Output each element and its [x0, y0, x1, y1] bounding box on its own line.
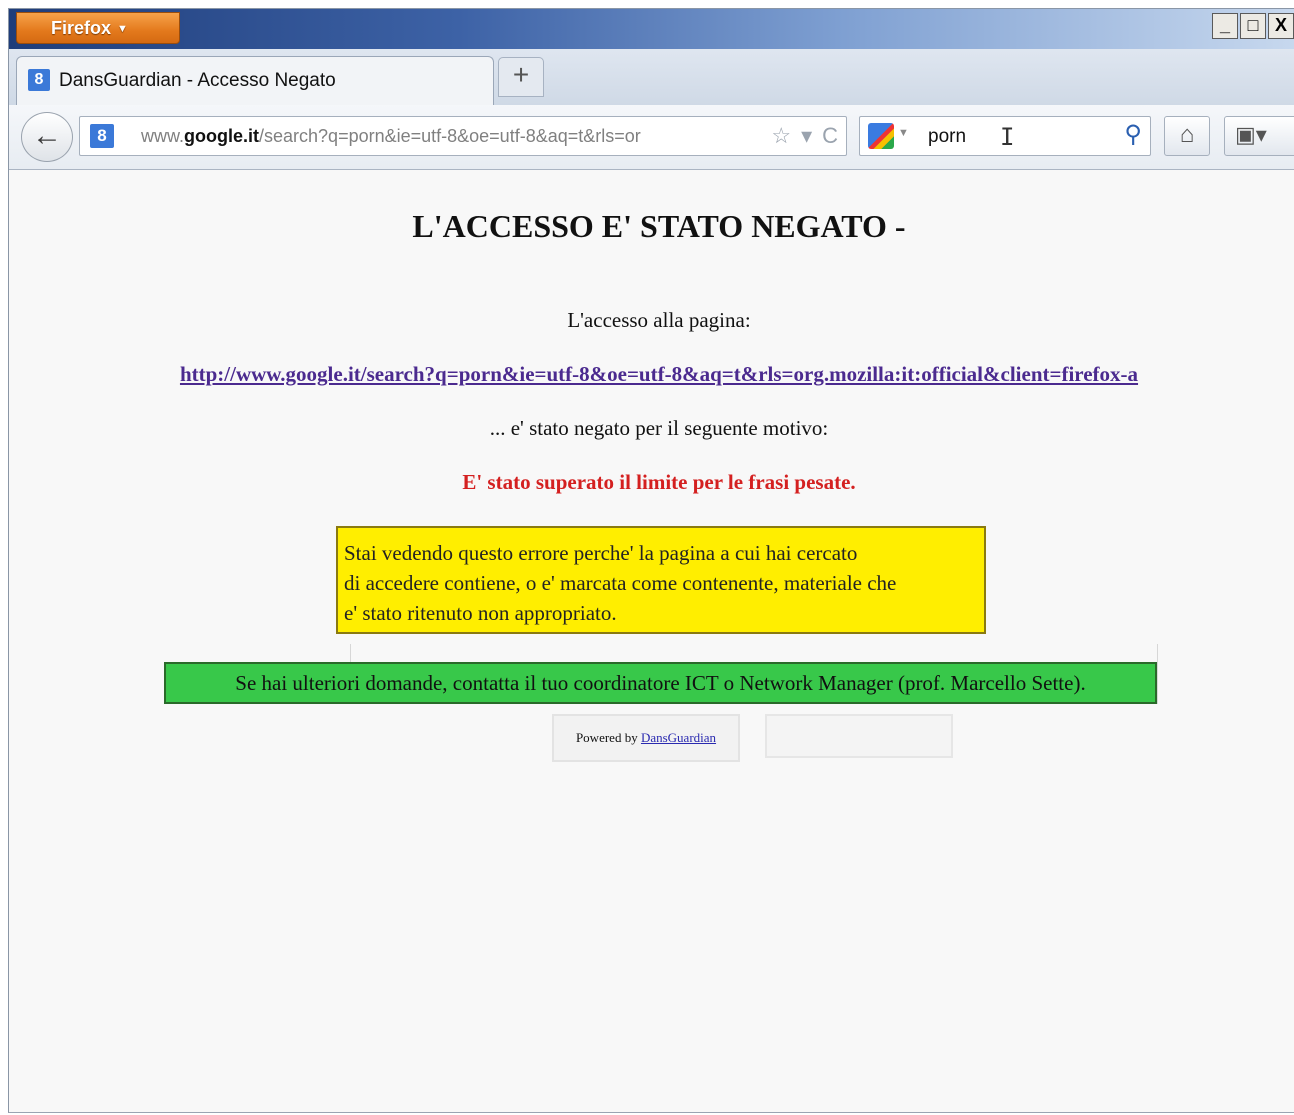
navigation-toolbar: ← 8 www.google.it/search?q=porn&ie=utf-8…	[9, 105, 1294, 170]
url-text[interactable]: www.google.it/search?q=porn&ie=utf-8&oe=…	[141, 126, 737, 147]
tab-dansguardian[interactable]: 8 DansGuardian - Accesso Negato	[16, 56, 494, 105]
block-reason: E' stato superato il limite per le frasi…	[462, 470, 856, 494]
bookmarks-button[interactable]: ▣▾	[1224, 116, 1294, 156]
minimize-button[interactable]: _	[1212, 13, 1238, 39]
bookmark-star-icon[interactable]: ☆	[771, 123, 791, 149]
back-button[interactable]: ←	[21, 112, 73, 162]
blocked-url-link[interactable]: http://www.google.it/search?q=porn&ie=ut…	[9, 362, 1294, 387]
url-domain: google.it	[184, 126, 260, 146]
denied-label: ... e' stato negato per il seguente moti…	[489, 416, 829, 440]
page-content: L'ACCESSO E' STATO NEGATO - L'accesso al…	[9, 170, 1294, 1112]
firefox-menu-label: Firefox	[51, 18, 112, 38]
access-label: L'accesso alla pagina:	[567, 308, 751, 332]
maximize-button[interactable]: □	[1240, 13, 1266, 39]
explanation-line: Stai vedendo questo errore perche' la pa…	[344, 541, 858, 565]
powered-by-label: Powered by	[575, 730, 638, 745]
new-tab-button[interactable]: +	[498, 57, 544, 97]
text-cursor-icon: I	[1000, 123, 1015, 151]
explanation-line: di accedere contiene, o e' marcata come …	[344, 571, 897, 595]
search-input[interactable]: porn	[928, 126, 966, 148]
window-controls: _ □ X	[1210, 13, 1294, 39]
page-title: L'ACCESSO E' STATO NEGATO -	[412, 208, 906, 244]
google-favicon-icon: 8	[28, 69, 50, 91]
search-icon[interactable]: ⚲	[1124, 120, 1142, 149]
powered-by-box: Powered by DansGuardian	[552, 714, 740, 762]
title-bar: Firefox ▼ _ □ X	[9, 9, 1294, 49]
dansguardian-link[interactable]: DansGuardian	[641, 730, 716, 745]
contact-box: Se hai ulteriori domande, contatta il tu…	[164, 662, 1157, 704]
google-search-engine-icon[interactable]	[868, 123, 894, 149]
url-bar-icons: ☆ ▾ C	[771, 123, 838, 149]
search-bar[interactable]: ▼ porn I ⚲	[859, 116, 1151, 156]
chevron-down-icon[interactable]: ▼	[898, 127, 909, 139]
browser-window: Firefox ▼ _ □ X 8 DansGuardian - Accesso …	[8, 8, 1294, 1113]
empty-panel	[765, 714, 953, 758]
close-button[interactable]: X	[1268, 13, 1294, 39]
explanation-line: e' stato ritenuto non appropriato.	[344, 601, 617, 625]
url-path: /search?q=porn&ie=utf-8&oe=utf-8&aq=t&rl…	[259, 126, 641, 146]
chevron-down-icon: ▼	[117, 23, 128, 35]
explanation-box: Stai vedendo questo errore perche' la pa…	[336, 526, 986, 634]
google-favicon-icon: 8	[90, 124, 114, 148]
home-button[interactable]: ⌂	[1164, 116, 1210, 156]
url-bar[interactable]: 8 www.google.it/search?q=porn&ie=utf-8&o…	[79, 116, 847, 156]
reload-icon[interactable]: C	[822, 123, 838, 149]
firefox-menu-button[interactable]: Firefox ▼	[16, 12, 180, 44]
tab-title: DansGuardian - Accesso Negato	[59, 70, 336, 91]
tab-strip: 8 DansGuardian - Accesso Negato +	[9, 49, 1294, 105]
history-dropdown-icon[interactable]: ▾	[801, 123, 812, 149]
url-prefix: www.	[141, 126, 185, 146]
